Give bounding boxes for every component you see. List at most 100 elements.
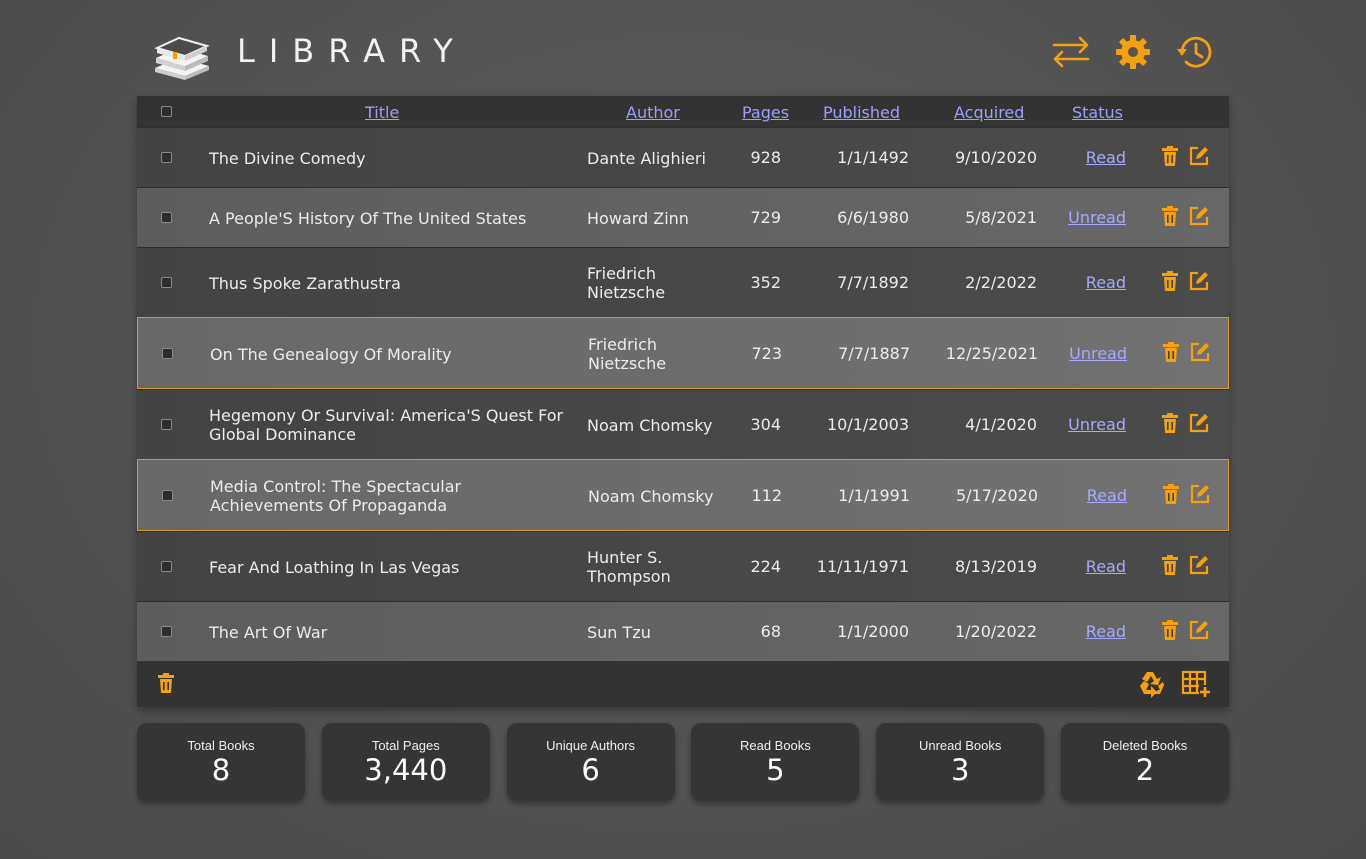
stat-card: Read Books 5 <box>691 723 860 801</box>
book-pages: 729 <box>750 208 781 227</box>
row-checkbox[interactable] <box>161 277 172 288</box>
books-table: Title Author Pages Published Acquired St… <box>137 96 1229 707</box>
row-checkbox[interactable] <box>161 561 172 572</box>
book-author: Noam Chomsky <box>587 415 713 435</box>
book-author: Howard Zinn <box>587 208 689 228</box>
sort-pages-header[interactable]: Pages <box>742 103 789 122</box>
book-published: 11/11/1971 <box>816 557 909 576</box>
book-title: On The Genealogy Of Morality <box>210 344 452 364</box>
swap-icon[interactable] <box>1051 32 1091 72</box>
sort-author-header[interactable]: Author <box>626 103 680 122</box>
trash-icon[interactable] <box>1161 413 1179 433</box>
book-pages: 68 <box>760 622 781 641</box>
header: LIBRARY <box>137 20 1229 86</box>
book-acquired: 9/10/2020 <box>954 148 1037 167</box>
stat-card: Deleted Books 2 <box>1060 723 1229 801</box>
stat-card: Unread Books 3 <box>876 723 1045 801</box>
book-acquired: 4/1/2020 <box>965 415 1037 434</box>
edit-icon[interactable] <box>1190 484 1210 504</box>
book-title: Thus Spoke Zarathustra <box>209 273 401 293</box>
edit-icon[interactable] <box>1189 206 1209 226</box>
status-toggle-link[interactable]: Unread <box>1057 415 1126 434</box>
stat-label: Total Pages <box>371 738 440 753</box>
status-toggle-link[interactable]: Read <box>1057 273 1126 292</box>
sort-published-header[interactable]: Published <box>823 103 900 122</box>
stat-label: Unique Authors <box>546 738 636 753</box>
stat-value: 2 <box>1135 753 1155 787</box>
table-row[interactable]: On The Genealogy Of Morality Friedrich Ni… <box>137 317 1229 389</box>
book-acquired: 12/25/2021 <box>945 344 1038 363</box>
recycle-icon[interactable] <box>1137 669 1167 699</box>
trash-icon[interactable] <box>157 673 175 693</box>
table-row[interactable]: The Divine Comedy Dante Alighieri 928 1/1/1… <box>137 127 1229 187</box>
table-header: Title Author Pages Published Acquired St… <box>137 96 1229 127</box>
edit-icon[interactable] <box>1189 271 1209 291</box>
status-toggle-link[interactable]: Read <box>1057 622 1126 641</box>
book-title: Fear And Loathing In Las Vegas <box>209 557 460 577</box>
stat-card: Total Books 8 <box>137 723 305 801</box>
sort-acquired-header[interactable]: Acquired <box>954 103 1024 122</box>
trash-icon[interactable] <box>1161 555 1179 575</box>
edit-icon[interactable] <box>1189 555 1209 575</box>
book-title: The Art Of War <box>209 622 328 642</box>
table-body: The Divine Comedy Dante Alighieri 928 1/1/1… <box>137 127 1229 661</box>
stat-label: Unread Books <box>918 738 1002 753</box>
select-all-checkbox[interactable] <box>161 106 172 117</box>
status-toggle-link[interactable]: Read <box>1057 148 1126 167</box>
book-pages: 352 <box>750 273 781 292</box>
row-checkbox[interactable] <box>162 490 173 501</box>
row-checkbox[interactable] <box>161 212 172 223</box>
sort-title-header[interactable]: Title <box>365 103 399 122</box>
book-author: Hunter S. Thompson <box>587 548 671 586</box>
trash-icon[interactable] <box>1161 271 1179 291</box>
edit-icon[interactable] <box>1189 620 1209 640</box>
trash-icon[interactable] <box>1161 146 1179 166</box>
table-row[interactable]: Thus Spoke Zarathustra Friedrich Nietzsch… <box>137 247 1229 317</box>
table-row[interactable]: Media Control: The Spectacular Achieveme… <box>137 459 1229 531</box>
status-toggle-link[interactable]: Read <box>1057 557 1126 576</box>
table-row[interactable]: A People'S History Of The United States H… <box>137 187 1229 247</box>
book-published: 10/1/2003 <box>826 415 909 434</box>
book-author: Sun Tzu <box>587 622 651 642</box>
add-table-icon[interactable] <box>1181 669 1211 699</box>
stat-value: 3,440 <box>364 753 448 787</box>
stat-card: Unique Authors 6 <box>506 723 675 801</box>
book-acquired: 8/13/2019 <box>954 557 1037 576</box>
book-author: Noam Chomsky <box>588 486 714 506</box>
status-toggle-link[interactable]: Read <box>1058 486 1127 505</box>
book-pages: 112 <box>751 486 782 505</box>
book-pages: 928 <box>750 148 781 167</box>
stat-value: 3 <box>950 753 970 787</box>
edit-icon[interactable] <box>1190 342 1210 362</box>
row-checkbox[interactable] <box>161 152 172 163</box>
trash-icon[interactable] <box>1161 206 1179 226</box>
stat-label: Read Books <box>739 738 811 753</box>
book-pages: 224 <box>750 557 781 576</box>
row-checkbox[interactable] <box>161 626 172 637</box>
table-footer <box>137 661 1229 707</box>
table-row[interactable]: Fear And Loathing In Las Vegas Hunter S. … <box>137 531 1229 601</box>
edit-icon[interactable] <box>1189 146 1209 166</box>
book-published: 1/1/1991 <box>838 486 910 505</box>
row-checkbox[interactable] <box>162 348 173 359</box>
table-row[interactable]: The Art Of War Sun Tzu 68 1/1/2000 1/20/2022… <box>137 601 1229 661</box>
edit-icon[interactable] <box>1189 413 1209 433</box>
gear-icon[interactable] <box>1113 32 1153 72</box>
table-row[interactable]: Hegemony Or Survival: America'S Quest Fo… <box>137 389 1229 459</box>
history-icon[interactable] <box>1175 32 1215 72</box>
stat-label: Total Books <box>187 738 255 753</box>
status-toggle-link[interactable]: Unread <box>1057 208 1126 227</box>
stat-card: Total Pages 3,440 <box>321 723 490 801</box>
stat-value: 5 <box>766 753 785 787</box>
trash-icon[interactable] <box>1162 342 1180 362</box>
book-published: 6/6/1980 <box>837 208 909 227</box>
trash-icon[interactable] <box>1162 484 1180 504</box>
sort-status-header[interactable]: Status <box>1072 103 1123 122</box>
row-checkbox[interactable] <box>161 419 172 430</box>
stat-value: 8 <box>211 753 231 787</box>
book-acquired: 5/8/2021 <box>965 208 1037 227</box>
trash-icon[interactable] <box>1161 620 1179 640</box>
status-toggle-link[interactable]: Unread <box>1058 344 1127 363</box>
book-pages: 723 <box>751 344 782 363</box>
book-title: A People'S History Of The United States <box>209 208 527 228</box>
